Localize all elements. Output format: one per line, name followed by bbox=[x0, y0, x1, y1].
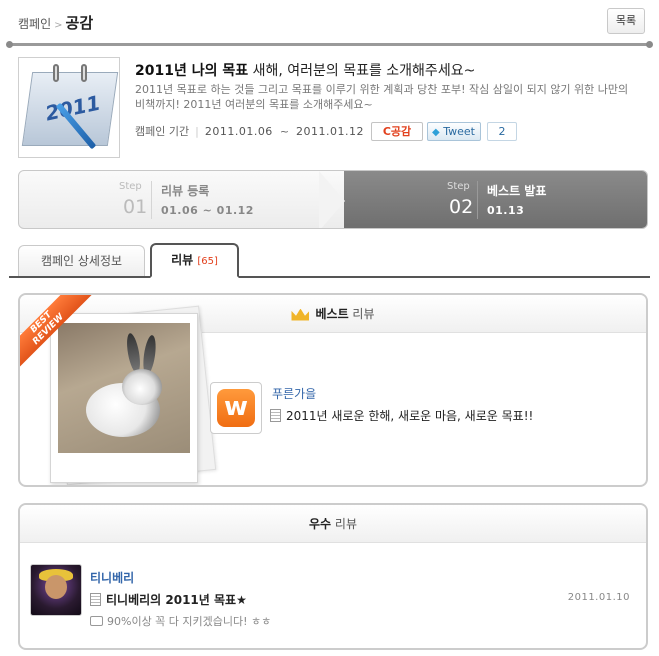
gonggam-button[interactable]: C공감 bbox=[371, 122, 423, 141]
good-review-panel: 우수 리뷰 티니베리 티니베리의 2011년 목표★ 90%이상 꼭 다 지키겠… bbox=[18, 503, 648, 650]
good-review-header: 우수 리뷰 bbox=[20, 505, 646, 543]
campaign-title-main: 2011년 나의 목표 bbox=[135, 63, 249, 79]
step-active-bg bbox=[344, 171, 647, 228]
campaign-title-sub: 새해, 여러분의 목표를 소개해주세요~ bbox=[248, 63, 476, 79]
step-2-name: 베스트 발표 bbox=[487, 184, 547, 198]
tab-campaign-detail[interactable]: 캠페인 상세정보 bbox=[18, 245, 145, 277]
rabbit-photo[interactable] bbox=[58, 323, 190, 453]
twitter-bird-icon: ◆ bbox=[432, 127, 440, 138]
calendar-ring-icon bbox=[53, 64, 59, 82]
breadcrumb-separator: > bbox=[54, 20, 63, 31]
campaign-steps: Step 01 리뷰 등록 01.06 ~ 01.12 Step 02 베스트 … bbox=[18, 170, 648, 229]
review-count: [65] bbox=[197, 256, 218, 267]
step-1-name: 리뷰 등록 bbox=[161, 184, 210, 198]
campaign-description: 2011년 목표로 하는 것들 그리고 목표를 이루기 위한 계획과 당찬 포부… bbox=[135, 83, 629, 111]
step-2-date: 01.13 bbox=[487, 204, 525, 217]
step-2-label: Step bbox=[447, 181, 470, 192]
step-2-number: 02 bbox=[449, 196, 474, 218]
good-review-comment-text: 90%이상 꼭 다 지키겠습니다! ㅎㅎ bbox=[107, 615, 272, 628]
tweet-count[interactable]: 2 bbox=[487, 122, 517, 141]
good-review-title-text: 티니베리의 2011년 목표★ bbox=[106, 593, 247, 607]
tweet-button[interactable]: ◆ Tweet bbox=[427, 122, 481, 141]
avatar-face bbox=[45, 575, 67, 599]
campaign-period: 캠페인 기간 | 2011.01.06 ~ 2011.01.12 bbox=[135, 125, 365, 138]
step-1-number: 01 bbox=[123, 196, 148, 218]
best-review-user[interactable]: 푸른가을 bbox=[272, 385, 316, 402]
best-review-photo-frame[interactable] bbox=[50, 313, 198, 483]
w-logo-icon: w bbox=[217, 389, 255, 427]
calendar-ring-icon bbox=[81, 64, 87, 82]
rabbit-head bbox=[122, 369, 162, 405]
tab-review[interactable]: 리뷰 [65] bbox=[150, 243, 239, 278]
best-review-head-bold: 베스트 bbox=[315, 307, 349, 321]
best-review-head-rest: 리뷰 bbox=[348, 307, 375, 321]
header-divider bbox=[6, 41, 653, 48]
gonggam-c-icon: C bbox=[382, 125, 391, 138]
tabs-divider bbox=[9, 276, 650, 278]
page-title: 공감 bbox=[65, 14, 94, 32]
campaign-title: 2011년 나의 목표 새해, 여러분의 목표를 소개해주세요~ bbox=[135, 60, 475, 80]
campaign-thumbnail: 2011 bbox=[18, 57, 120, 158]
step-arrow bbox=[319, 171, 345, 228]
document-icon bbox=[90, 593, 101, 606]
good-review-head-bold: 우수 bbox=[309, 517, 332, 531]
best-review-title-text: 2011년 새로운 한해, 새로운 마음, 새로운 목표!! bbox=[286, 409, 534, 423]
best-review-panel: 베스트 리뷰 BEST REVIEW w 푸른가을 2011년 새로운 한해, 새… bbox=[18, 293, 648, 487]
period-label: 캠페인 기간 bbox=[135, 125, 190, 138]
gonggam-label: 공감 bbox=[390, 125, 412, 138]
good-review-user[interactable]: 티니베리 bbox=[90, 569, 134, 586]
start-date: 2011.01.06 bbox=[204, 125, 273, 138]
good-review-avatar[interactable] bbox=[30, 564, 82, 616]
breadcrumb-parent[interactable]: 캠페인 bbox=[18, 17, 51, 31]
good-review-title[interactable]: 티니베리의 2011년 목표★ bbox=[90, 591, 247, 608]
step-2-divider bbox=[477, 181, 478, 219]
tab-review-label: 리뷰 bbox=[171, 253, 194, 267]
good-review-head-rest: 리뷰 bbox=[331, 517, 357, 531]
date-tilde: ~ bbox=[279, 125, 290, 138]
list-button[interactable]: 목록 bbox=[607, 8, 645, 34]
comment-bubble-icon bbox=[90, 616, 103, 626]
step-1-divider bbox=[151, 181, 152, 219]
end-date: 2011.01.12 bbox=[296, 125, 365, 138]
crown-icon bbox=[291, 308, 310, 321]
step-1-label: Step bbox=[119, 181, 142, 192]
good-review-date: 2011.01.10 bbox=[567, 592, 630, 603]
best-review-title[interactable]: 2011년 새로운 한해, 새로운 마음, 새로운 목표!! bbox=[270, 407, 533, 424]
top-bar: 캠페인 > 공감 목록 bbox=[0, 0, 659, 44]
rabbit-ear bbox=[124, 332, 143, 374]
document-icon bbox=[270, 409, 281, 422]
tweet-label: Tweet bbox=[443, 125, 475, 138]
breadcrumb: 캠페인 > 공감 bbox=[18, 12, 93, 33]
best-review-avatar[interactable]: w bbox=[210, 382, 262, 434]
good-review-comment: 90%이상 꼭 다 지키겠습니다! ㅎㅎ bbox=[90, 613, 271, 629]
step-1-date: 01.06 ~ 01.12 bbox=[161, 204, 254, 217]
